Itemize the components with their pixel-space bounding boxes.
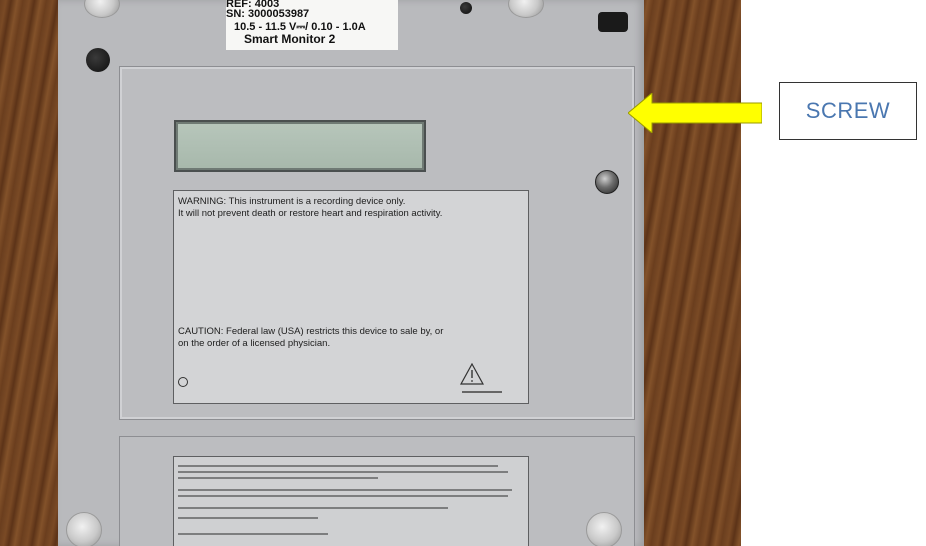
screw-callout-text: SCREW xyxy=(805,98,891,123)
fcc-text-line xyxy=(178,471,508,473)
fcc-text-line xyxy=(178,465,498,467)
fcc-text-line xyxy=(178,489,512,491)
caution-line-1: CAUTION: Federal law (USA) restricts thi… xyxy=(178,326,444,337)
rubber-foot-bottom-left xyxy=(66,512,102,546)
fcc-text-line xyxy=(178,507,448,509)
serial-number-text: SN: 3000053987 xyxy=(226,8,310,20)
registered-mark-icon xyxy=(178,377,188,387)
warning-label-card: WARNING: This instrument is a recording … xyxy=(173,190,529,404)
left-arrow-icon xyxy=(628,93,762,133)
fcc-compliance-label xyxy=(173,456,529,546)
mount-hole-left xyxy=(86,48,110,72)
cover-screw xyxy=(595,170,619,194)
part-code-mark xyxy=(462,391,502,393)
warning-line-1: WARNING: This instrument is a recording … xyxy=(178,196,406,207)
warning-line-2: It will not prevent death or restore hea… xyxy=(178,208,443,219)
fcc-text-line xyxy=(178,477,378,479)
screw-callout-label: SCREW xyxy=(779,82,917,140)
rubber-foot-bottom-right xyxy=(586,512,622,546)
mount-slot xyxy=(598,12,628,32)
fcc-text-line xyxy=(178,495,508,497)
fcc-text-line xyxy=(178,533,328,535)
model-name-text: Smart Monitor 2 xyxy=(244,32,336,46)
fcc-text-line xyxy=(178,517,318,519)
device-label-sticker: REF: 4003 SN: 3000053987 10.5 - 11.5 V⎓/… xyxy=(226,0,398,50)
caution-triangle-icon xyxy=(460,363,484,385)
device-photo: REF: 4003 SN: 3000053987 10.5 - 11.5 V⎓/… xyxy=(0,0,741,546)
lcd-display xyxy=(174,120,426,172)
mount-hole-top xyxy=(460,2,472,14)
caution-line-2: on the order of a licensed physician. xyxy=(178,338,331,349)
